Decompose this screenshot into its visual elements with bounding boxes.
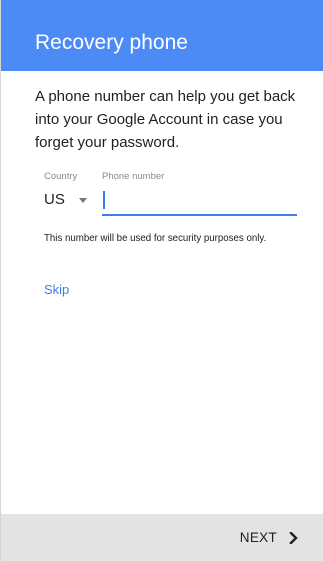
country-dropdown[interactable]: US: [44, 188, 94, 212]
country-value: US: [44, 191, 65, 208]
dropdown-arrow-icon: [78, 197, 87, 203]
header-bar: Recovery phone: [1, 0, 323, 71]
description-text: A phone number can help you get back int…: [35, 88, 296, 151]
page-title: Recovery phone: [35, 31, 188, 54]
chevron-right-icon: [289, 531, 298, 544]
helper-text: This number will be used for security pu…: [44, 233, 267, 244]
footer-bar: NEXT: [1, 514, 323, 561]
skip-link[interactable]: Skip: [44, 282, 69, 297]
country-label: Country: [44, 171, 78, 182]
phone-number-input[interactable]: [102, 187, 297, 216]
text-cursor: [103, 191, 105, 209]
next-button[interactable]: NEXT: [240, 514, 299, 561]
phone-number-label: Phone number: [102, 171, 165, 182]
recovery-phone-screen: Recovery phone A phone number can help y…: [0, 0, 324, 561]
next-label: NEXT: [239, 530, 277, 545]
